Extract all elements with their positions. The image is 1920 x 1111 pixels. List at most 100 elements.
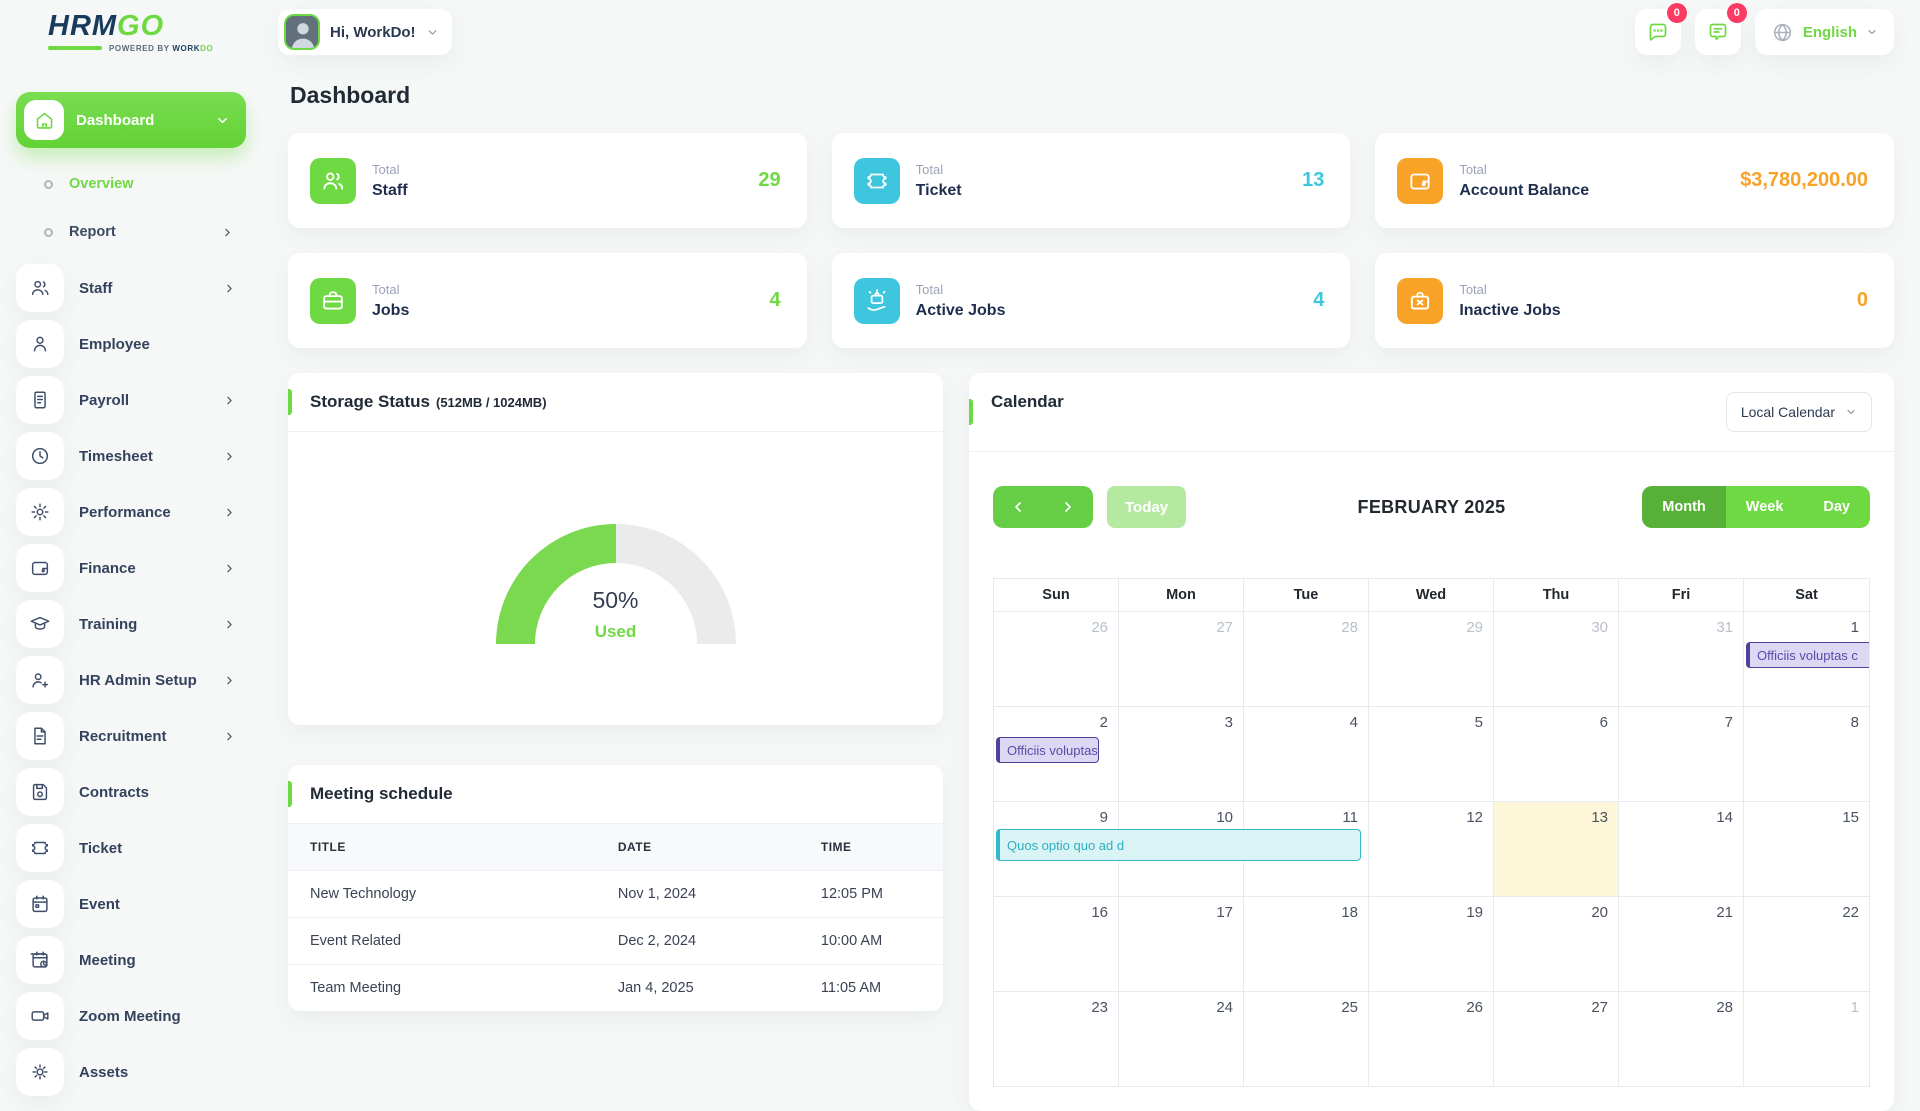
day-cell[interactable]: 17 [1119,896,1244,991]
day-cell-today[interactable]: 13 [1494,801,1619,896]
calendar-week-row: 26 27 28 29 30 31 1 [994,611,1869,706]
stat-card-total-account-balance: TotalAccount Balance $3,780,200.00 [1375,133,1894,228]
user-menu[interactable]: Hi, WorkDo! [278,9,452,55]
briefcase-hand-icon [854,278,900,324]
sidebar-item-employee[interactable]: Employee [16,320,246,368]
sidebar-item-staff[interactable]: Staff [16,264,246,312]
today-button[interactable]: Today [1107,486,1186,528]
day-cell[interactable]: 5 [1369,706,1494,801]
storage-card-header: Storage Status (512MB / 1024MB) [288,373,943,432]
day-cell[interactable]: 30 [1494,611,1619,706]
storage-title: Storage Status [310,392,430,412]
day-cell[interactable]: 26 [994,611,1119,706]
day-cell[interactable]: 3 [1119,706,1244,801]
day-cell[interactable]: 28 [1244,611,1369,706]
column-header-date: DATE [596,824,799,871]
app-logo[interactable]: HRMGO Powered By WORKDO [0,12,262,53]
calendar-week-row: 2 3 4 5 6 7 8 [994,706,1869,801]
logo-wordmark: HRMGO [48,12,262,41]
sidebar-item-label: Dashboard [76,112,203,129]
notifications-button[interactable]: 0 [1695,9,1741,55]
stat-value: 4 [1313,289,1324,312]
sidebar-item-event[interactable]: Event [16,880,246,928]
stat-value: 13 [1302,169,1324,192]
day-cell[interactable]: 16 [994,896,1119,991]
day-cell[interactable]: 25 [1244,991,1369,1086]
next-month-button[interactable] [1043,486,1093,528]
storage-capacity: (512MB / 1024MB) [436,395,547,410]
day-cell[interactable]: 19 [1369,896,1494,991]
sidebar-item-ticket[interactable]: Ticket [16,824,246,872]
stat-value: 29 [758,169,780,192]
topbar-actions: 0 0 English [1635,9,1894,55]
sidebar-item-recruitment[interactable]: Recruitment [16,712,246,760]
home-icon [24,100,64,140]
view-day-button[interactable]: Day [1803,486,1870,528]
day-cell[interactable]: 8 [1744,706,1869,801]
sidebar-item-report[interactable]: Report [16,208,246,256]
day-cell[interactable]: 7 [1619,706,1744,801]
day-cell[interactable]: 20 [1494,896,1619,991]
day-cell[interactable]: 4 [1244,706,1369,801]
stat-card-total-ticket: TotalTicket 13 [832,133,1351,228]
chat-dots-icon [1646,20,1670,44]
sidebar-item-assets[interactable]: Assets [16,1048,246,1096]
day-cell[interactable]: 22 [1744,896,1869,991]
day-cell[interactable]: 18 [1244,896,1369,991]
day-cell[interactable]: 31 [1619,611,1744,706]
view-week-button[interactable]: Week [1726,486,1804,528]
sidebar-item-overview[interactable]: Overview [16,160,246,208]
person-icon [16,320,64,368]
calendar-card: Calendar Local Calendar [969,373,1894,1111]
day-cell[interactable]: 24 [1119,991,1244,1086]
clock-icon [16,432,64,480]
meeting-table: TITLE DATE TIME New Technology Nov 1, 20… [288,824,943,1011]
day-cell[interactable]: 12 [1369,801,1494,896]
calendar-source-select[interactable]: Local Calendar [1726,392,1872,432]
sidebar-item-contracts[interactable]: Contracts [16,768,246,816]
main-content: Dashboard TotalStaff 29 TotalTicket 13 T… [262,64,1920,1111]
column-header-title: TITLE [288,824,596,871]
calendar-clock-icon [16,936,64,984]
stat-card-total-active-jobs: TotalActive Jobs 4 [832,253,1351,348]
ticket-icon [16,824,64,872]
day-cell[interactable]: 29 [1369,611,1494,706]
day-cell[interactable]: 26 [1369,991,1494,1086]
user-greeting: Hi, WorkDo! [330,24,416,41]
day-cell[interactable]: 14 [1619,801,1744,896]
day-cell[interactable]: 15 [1744,801,1869,896]
calendar-title: Calendar [991,392,1064,412]
chevron-right-icon [223,506,236,519]
messages-button[interactable]: 0 [1635,9,1681,55]
sidebar-item-timesheet[interactable]: Timesheet [16,432,246,480]
sidebar-item-zoom-meeting[interactable]: Zoom Meeting [16,992,246,1040]
day-cell[interactable]: 6 [1494,706,1619,801]
table-row: Event Related Dec 2, 2024 10:00 AM [288,918,943,965]
day-cell[interactable]: 23 [994,991,1119,1086]
sidebar-item-performance[interactable]: Performance [16,488,246,536]
sidebar-item-meeting[interactable]: Meeting [16,936,246,984]
day-cell[interactable]: 1 [1744,991,1869,1086]
sidebar-item-finance[interactable]: Finance [16,544,246,592]
calendar-event[interactable]: Officiis voluptas c [996,737,1099,763]
stat-value: 0 [1857,289,1868,312]
sidebar-item-training[interactable]: Training [16,600,246,648]
prev-month-button[interactable] [993,486,1043,528]
calendar-toolbar: Today FEBRUARY 2025 Month Week Day [993,486,1870,528]
stat-card-total-staff: TotalStaff 29 [288,133,807,228]
calendar-event[interactable]: Quos optio quo ad d [996,829,1361,861]
sidebar-item-payroll[interactable]: Payroll [16,376,246,424]
language-selector[interactable]: English [1755,9,1894,55]
sidebar-item-hr-admin-setup[interactable]: HR Admin Setup [16,656,246,704]
day-cell[interactable]: 27 [1119,611,1244,706]
stat-card-total-inactive-jobs: TotalInactive Jobs 0 [1375,253,1894,348]
day-cell[interactable]: 28 [1619,991,1744,1086]
day-cell[interactable]: 21 [1619,896,1744,991]
chevron-down-icon [1845,406,1857,418]
view-month-button[interactable]: Month [1642,486,1725,528]
sidebar-item-dashboard[interactable]: Dashboard [16,92,246,148]
day-cell[interactable]: 27 [1494,991,1619,1086]
page-title: Dashboard [290,82,1894,109]
chevron-right-icon [223,562,236,575]
calendar-event[interactable]: Officiis voluptas c [1746,642,1870,668]
